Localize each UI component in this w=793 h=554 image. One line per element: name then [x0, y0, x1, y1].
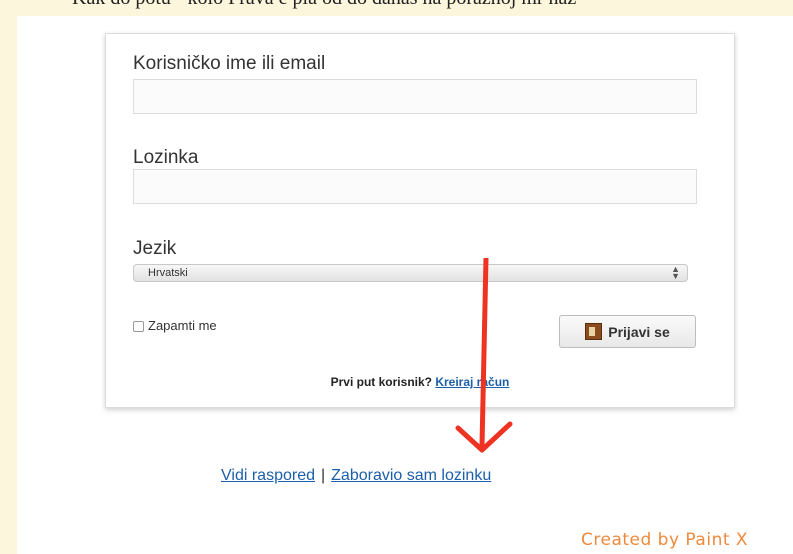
bottom-links: Vidi raspored | Zaboravio sam lozinku: [221, 467, 491, 485]
first-time-prompt: Prvi put korisnik? Kreiraj račun: [106, 375, 734, 389]
door-icon: [585, 323, 603, 340]
remember-me-label[interactable]: Zapamti me: [148, 318, 217, 333]
username-label: Korisničko ime ili email: [133, 53, 326, 74]
language-selected-value: Hrvatski: [148, 267, 188, 279]
select-arrows-icon: ▲ ▼: [671, 264, 680, 281]
forgot-password-link[interactable]: Zaboravio sam lozinku: [331, 467, 491, 484]
login-button[interactable]: Prijavi se: [559, 315, 696, 348]
frame-left-border: [0, 0, 17, 554]
red-arrow-annotation: [455, 258, 513, 453]
view-schedule-link[interactable]: Vidi raspored: [221, 467, 315, 484]
language-label: Jezik: [133, 238, 177, 259]
cropped-top-text: Kak do potu - kolo Prava e pla od do dan…: [72, 0, 576, 10]
link-separator: |: [320, 467, 326, 484]
login-button-label: Prijavi se: [608, 323, 670, 340]
language-select[interactable]: Hrvatski ▲ ▼: [133, 264, 688, 282]
login-card: Korisničko ime ili email Lozinka Jezik H…: [105, 33, 735, 408]
first-time-text: Prvi put korisnik?: [330, 375, 432, 389]
password-label: Lozinka: [133, 147, 199, 168]
remember-me-checkbox[interactable]: [133, 321, 144, 332]
frame-top-border: Kak do potu - kolo Prava e pla od do dan…: [0, 0, 793, 16]
password-input[interactable]: [133, 169, 697, 204]
username-input[interactable]: [133, 79, 697, 114]
watermark-text: Created by Paint X: [581, 530, 749, 550]
